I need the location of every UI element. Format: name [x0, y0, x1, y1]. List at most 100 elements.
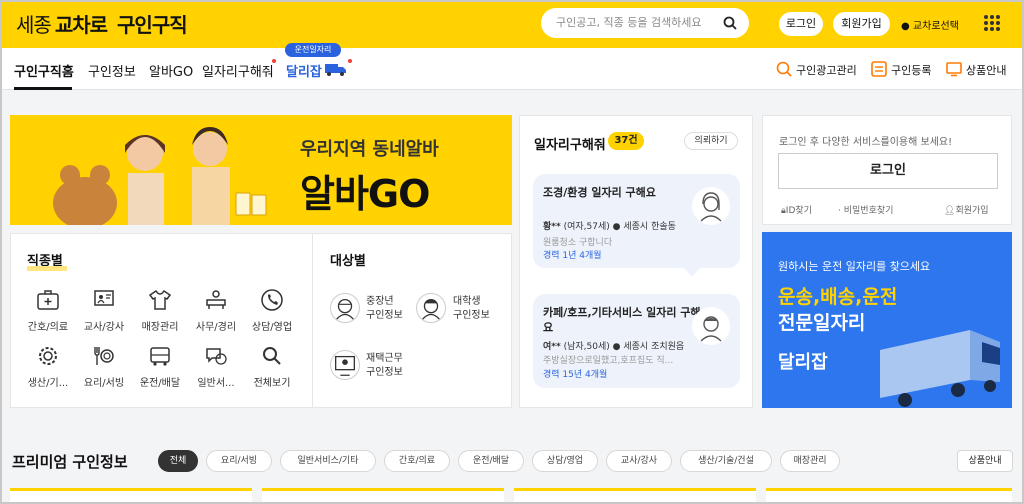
logo-region: 세종: [16, 13, 52, 37]
female-avatar-icon: [692, 187, 730, 225]
job-request-card[interactable]: 카페/호프,기타서비스 일자리 구해요 여** (남자,50세) ● 세종시 조…: [533, 294, 740, 388]
site-logo[interactable]: 세종 교차로 구인구직: [16, 9, 188, 38]
target-line1: 중장년: [366, 296, 394, 307]
category-cooking[interactable]: 요리/서빙: [78, 344, 130, 389]
category-office[interactable]: 사무/경리: [190, 288, 242, 333]
premium-card[interactable]: [766, 488, 1012, 504]
category-store[interactable]: 매장관리: [134, 288, 186, 333]
teacher-board-icon: [94, 290, 114, 306]
premium-card[interactable]: [10, 488, 252, 504]
product-guide-link[interactable]: 상품안내: [966, 62, 1006, 78]
driving-job-ad[interactable]: 원하시는 운전 일자리를 찾으세요 운송,배송,운전 전문일자리 달리잡: [762, 232, 1012, 408]
category-view-all[interactable]: 전체보기: [246, 344, 298, 389]
signup-link[interactable]: 👤︎회원가입: [944, 203, 989, 216]
card-title: 카페/호프,기타서비스 일자리 구해요: [543, 306, 701, 334]
filter-chip[interactable]: 운전/배달: [458, 450, 524, 472]
apps-grid-icon[interactable]: [984, 15, 1000, 31]
category-general-service[interactable]: 일반서...: [190, 344, 242, 389]
card-info: (남자,50세): [563, 342, 610, 352]
filter-chip[interactable]: 일반서비스/기타: [280, 450, 376, 472]
premium-card[interactable]: [514, 488, 756, 504]
fork-plate-icon: [94, 347, 114, 365]
albago-banner[interactable]: 우리지역 동네알바 알바GO: [10, 115, 512, 225]
premium-card[interactable]: [262, 488, 504, 504]
category-label: 일반서...: [197, 378, 235, 389]
category-label: 요리/서빙: [83, 378, 125, 389]
find-password-link[interactable]: · 비밀번호찾기: [838, 203, 893, 216]
category-label: 운전/배달: [139, 378, 181, 389]
tab-home[interactable]: 구인구직홈: [14, 61, 74, 80]
login-description: 로그인 후 다양한 서비스를이용해 보세요!: [779, 137, 953, 148]
card-info: (여자,57세): [563, 222, 610, 232]
route-select[interactable]: ● 교차로선택: [901, 17, 959, 32]
find-pw-label: 비밀번호찾기: [843, 206, 894, 216]
top-header: 세종 교차로 구인구직 구인공고, 직종 등을 검색하세요 로그인 회원가입 ● 교…: [0, 0, 1024, 48]
bus-icon: [150, 347, 170, 366]
main-nav: 구인구직홈 구인정보 알바GO 일자리구해줘 달리잡 구인광고관리 구인등록 상…: [0, 48, 1024, 90]
search-input[interactable]: 구인공고, 직종 등을 검색하세요: [541, 8, 749, 38]
target-label: 대학생구인정보: [453, 295, 490, 323]
product-guide-button[interactable]: 상품안내: [957, 450, 1013, 472]
shirt-icon: [148, 289, 172, 310]
filter-chip[interactable]: 요리/서빙: [206, 450, 272, 472]
banner-illustration: [53, 127, 267, 225]
search-icon[interactable]: [723, 16, 737, 30]
target-label: 재택근무구인정보: [366, 352, 403, 380]
filter-chip[interactable]: 생산/기술/건설: [680, 450, 772, 472]
filter-chip[interactable]: 상담/영업: [532, 450, 598, 472]
card-desc: 원룸청소 구합니다: [543, 238, 613, 248]
filter-chip-all[interactable]: 전체: [158, 450, 198, 472]
banner-title: 알바GO: [300, 172, 430, 216]
job-request-card[interactable]: 조경/환경 일자리 구해요 황** (여자,57세) ● 세종시 한솔동 원룸청…: [533, 174, 740, 268]
category-driving[interactable]: 운전/배달: [134, 344, 186, 389]
card-title: 조경/환경 일자리 구해요: [543, 186, 656, 199]
job-register-link[interactable]: 구인등록: [891, 62, 931, 78]
category-consulting[interactable]: 상담/영업: [246, 288, 298, 333]
category-production[interactable]: 생산/기...: [22, 344, 74, 389]
tab-dallijab[interactable]: 달리잡: [286, 61, 322, 80]
category-label: 사무/경리: [195, 322, 237, 333]
ad-manage-link[interactable]: 구인광고관리: [796, 62, 857, 78]
banner-subtitle: 우리지역 동네알바: [300, 139, 439, 160]
card-location: 세종시 한솔동: [623, 222, 676, 232]
signup-button[interactable]: 회원가입: [833, 12, 890, 36]
office-desk-icon: [206, 290, 226, 309]
filter-chip[interactable]: 매장관리: [780, 450, 840, 472]
tab-find-job-for-me[interactable]: 일자리구해줘: [202, 61, 274, 80]
truck-illustration: [880, 330, 1000, 407]
search-icon: [263, 347, 281, 365]
job-request-title: 일자리구해줘: [534, 138, 606, 153]
login-main-button[interactable]: 로그인: [778, 153, 998, 189]
tab-job-info[interactable]: 구인정보: [88, 61, 136, 80]
target-title: 대상별: [330, 254, 366, 269]
route-label: 교차로선택: [912, 21, 959, 32]
target-line1: 재택근무: [366, 353, 403, 364]
gear-icon: [39, 347, 57, 365]
tab-albago[interactable]: 알바GO: [149, 61, 193, 80]
filter-chip[interactable]: 간호/의료: [384, 450, 450, 472]
premium-title: 프리미엄 구인정보: [12, 453, 128, 471]
logo-brand: 교차로: [54, 13, 108, 37]
card-career: 경력 1년 4개월: [543, 251, 602, 261]
student-avatar-icon: [416, 293, 446, 323]
target-line2: 구인정보: [366, 367, 403, 378]
product-guide-icon: [946, 62, 962, 77]
target-label: 중장년 구인정보: [366, 295, 403, 323]
category-label: 생산/기...: [27, 378, 69, 389]
filter-chip[interactable]: 교사/강사: [606, 450, 672, 472]
category-teacher[interactable]: 교사/강사: [78, 288, 130, 333]
search-placeholder: 구인공고, 직종 등을 검색하세요: [556, 16, 702, 29]
card-meta: 황** (여자,57세) ● 세종시 한솔동: [543, 219, 676, 232]
panel-divider: [312, 234, 313, 407]
find-id-link[interactable]: 🔒︎ID찾기: [781, 203, 812, 216]
login-button[interactable]: 로그인: [779, 12, 823, 36]
target-line1: 대학생: [453, 296, 481, 307]
male-avatar-icon: [692, 307, 730, 345]
category-label: 상담/영업: [251, 322, 293, 333]
location-pin-icon: ●: [612, 222, 621, 232]
location-pin-icon: ●: [901, 21, 910, 32]
target-line2: 구인정보: [453, 310, 490, 321]
request-button[interactable]: 의뢰하기: [684, 132, 738, 150]
ad-subtitle: 원하시는 운전 일자리를 찾으세요: [778, 260, 931, 273]
category-nursing[interactable]: 간호/의료: [22, 288, 74, 333]
